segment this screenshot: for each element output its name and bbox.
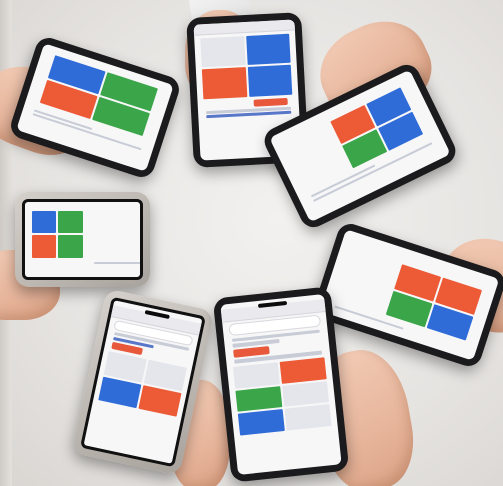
phone-left-middle: [15, 192, 150, 287]
phone-bottom-center: [212, 286, 350, 483]
phone-screen: [220, 294, 342, 475]
phone-top-left: [7, 34, 183, 181]
photo-scene: [0, 0, 503, 486]
phone-screen: [22, 199, 143, 280]
